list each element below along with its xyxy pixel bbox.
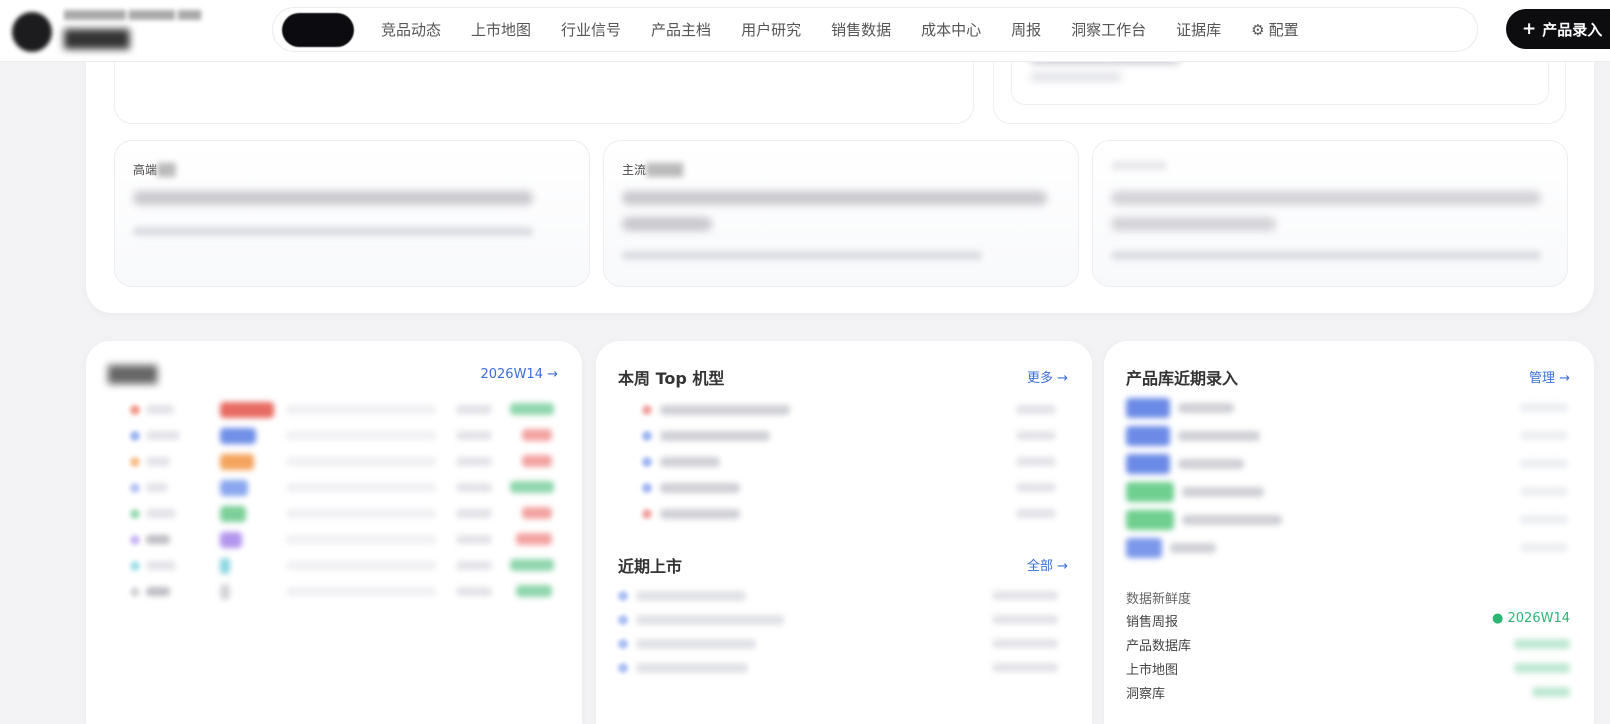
blurred-text	[1111, 251, 1541, 260]
nav-label: 销售数据	[831, 21, 892, 39]
list-item[interactable]	[1104, 454, 1594, 474]
brand-share-card: ████ 2026W14 →	[86, 341, 582, 724]
list-item[interactable]	[86, 426, 582, 446]
nav-label: 洞察工作台	[1071, 21, 1147, 39]
product-db-card: 产品库近期录入 管理 → 数据新鲜度 销售周报 ● 2026W14 产品数据库 …	[1104, 341, 1594, 724]
list-item[interactable]	[86, 582, 582, 602]
gear-icon: ⚙	[1251, 20, 1265, 39]
segment-card-mainstream[interactable]: 主流████	[603, 140, 1079, 287]
manage-link[interactable]: 管理 →	[1529, 367, 1570, 386]
brand[interactable]: ████████ ██████ ███ █████	[8, 8, 258, 56]
freshness-value-blurred	[1514, 663, 1570, 673]
freshness-label-sales: 销售周报	[1126, 615, 1179, 630]
nav-item-active[interactable]	[282, 12, 354, 47]
list-item[interactable]	[596, 586, 1092, 606]
blurred-text	[1111, 161, 1167, 170]
brand-logo	[12, 12, 52, 52]
freshness-label-launch-map: 上市地图	[1126, 663, 1179, 678]
freshness-value-blurred	[1532, 687, 1570, 697]
all-link[interactable]: 全部 →	[1027, 555, 1068, 574]
nav-label: 证据库	[1176, 21, 1222, 39]
list-item[interactable]	[596, 504, 1092, 524]
nav-label: 竞品动态	[381, 21, 442, 39]
segment-label: 高端██	[133, 163, 176, 177]
brand-name: █████	[64, 30, 130, 50]
blurred-text	[1030, 72, 1122, 82]
nav-item-evidence-library[interactable]: 证据库	[1161, 19, 1236, 40]
plus-icon: +	[1522, 19, 1537, 39]
nav-item-product-master[interactable]: 产品主档	[636, 19, 726, 40]
freshness-label-product-db: 产品数据库	[1126, 639, 1192, 654]
nav-item-cost-center[interactable]: 成本中心	[906, 19, 996, 40]
nav-item-weekly-report[interactable]: 周报	[996, 19, 1056, 40]
nav-item-sales-data[interactable]: 销售数据	[816, 19, 906, 40]
segment-card-third[interactable]	[1092, 140, 1568, 287]
nav-item-launch-map[interactable]: 上市地图	[456, 19, 546, 40]
list-item[interactable]	[86, 478, 582, 498]
list-item[interactable]	[596, 478, 1092, 498]
nav-item-competitor-news[interactable]: 竞品动态	[366, 19, 456, 40]
list-item[interactable]	[86, 452, 582, 472]
list-item[interactable]	[1104, 482, 1594, 502]
list-item[interactable]	[1104, 398, 1594, 418]
list-item[interactable]	[596, 400, 1092, 420]
main-nav: 竞品动态 上市地图 行业信号 产品主档 用户研究 销售数据 成本中心 周报 洞察…	[272, 7, 1478, 52]
top-models-card: 本周 Top 机型 更多 → 近期上市 全部 →	[596, 341, 1092, 724]
blurred-text	[133, 227, 533, 236]
list-item[interactable]	[596, 452, 1092, 472]
blurred-text	[622, 191, 1047, 205]
more-link[interactable]: 更多 →	[1027, 367, 1068, 386]
upcoming-title: 近期上市	[618, 557, 683, 576]
segment-card-premium[interactable]: 高端██	[114, 140, 590, 287]
nav-item-user-research[interactable]: 用户研究	[726, 19, 816, 40]
segment-label: 主流████	[622, 163, 683, 177]
nav-label: 用户研究	[741, 21, 802, 39]
freshness-label-insights: 洞察库	[1126, 687, 1166, 702]
list-item[interactable]	[596, 658, 1092, 678]
blurred-text	[133, 191, 533, 205]
card-title: 本周 Top 机型	[618, 369, 725, 388]
nav-item-settings[interactable]: ⚙ 配置	[1236, 19, 1313, 40]
nav-label: 行业信号	[561, 21, 622, 39]
nav-label: 周报	[1011, 21, 1042, 39]
blurred-text	[1111, 191, 1541, 205]
list-item[interactable]	[86, 504, 582, 524]
add-product-button[interactable]: + 产品录入	[1506, 9, 1610, 49]
nav-label: 产品主档	[651, 21, 712, 39]
week-link[interactable]: 2026W14 →	[480, 367, 558, 382]
brand-subtitle: ████████ ██████ ███	[64, 10, 202, 20]
list-item[interactable]	[1104, 510, 1594, 530]
freshness-value-blurred	[1514, 639, 1570, 649]
list-item[interactable]	[1104, 426, 1594, 446]
nav-label: 成本中心	[921, 21, 982, 39]
list-item[interactable]	[86, 556, 582, 576]
add-product-label: 产品录入	[1542, 20, 1603, 39]
nav-label: 配置	[1268, 21, 1299, 39]
list-item[interactable]	[86, 530, 582, 550]
nav-label: 上市地图	[471, 21, 532, 39]
top-bar: ████████ ██████ ███ █████ 竞品动态 上市地图 行业信号…	[0, 0, 1610, 62]
blurred-text	[622, 251, 982, 260]
card-title: ████	[108, 365, 158, 384]
nav-item-industry-signals[interactable]: 行业信号	[546, 19, 636, 40]
freshness-title: 数据新鲜度	[1126, 592, 1192, 607]
list-item[interactable]	[596, 426, 1092, 446]
blurred-text	[622, 217, 712, 231]
blurred-text	[1111, 217, 1276, 231]
list-item[interactable]	[596, 634, 1092, 654]
nav-item-insight-workbench[interactable]: 洞察工作台	[1056, 19, 1161, 40]
freshness-value-sales: ● 2026W14	[1492, 611, 1570, 626]
list-item[interactable]	[596, 610, 1092, 630]
list-item[interactable]	[1104, 538, 1594, 558]
list-item[interactable]	[86, 400, 582, 420]
card-title: 产品库近期录入	[1126, 369, 1239, 388]
